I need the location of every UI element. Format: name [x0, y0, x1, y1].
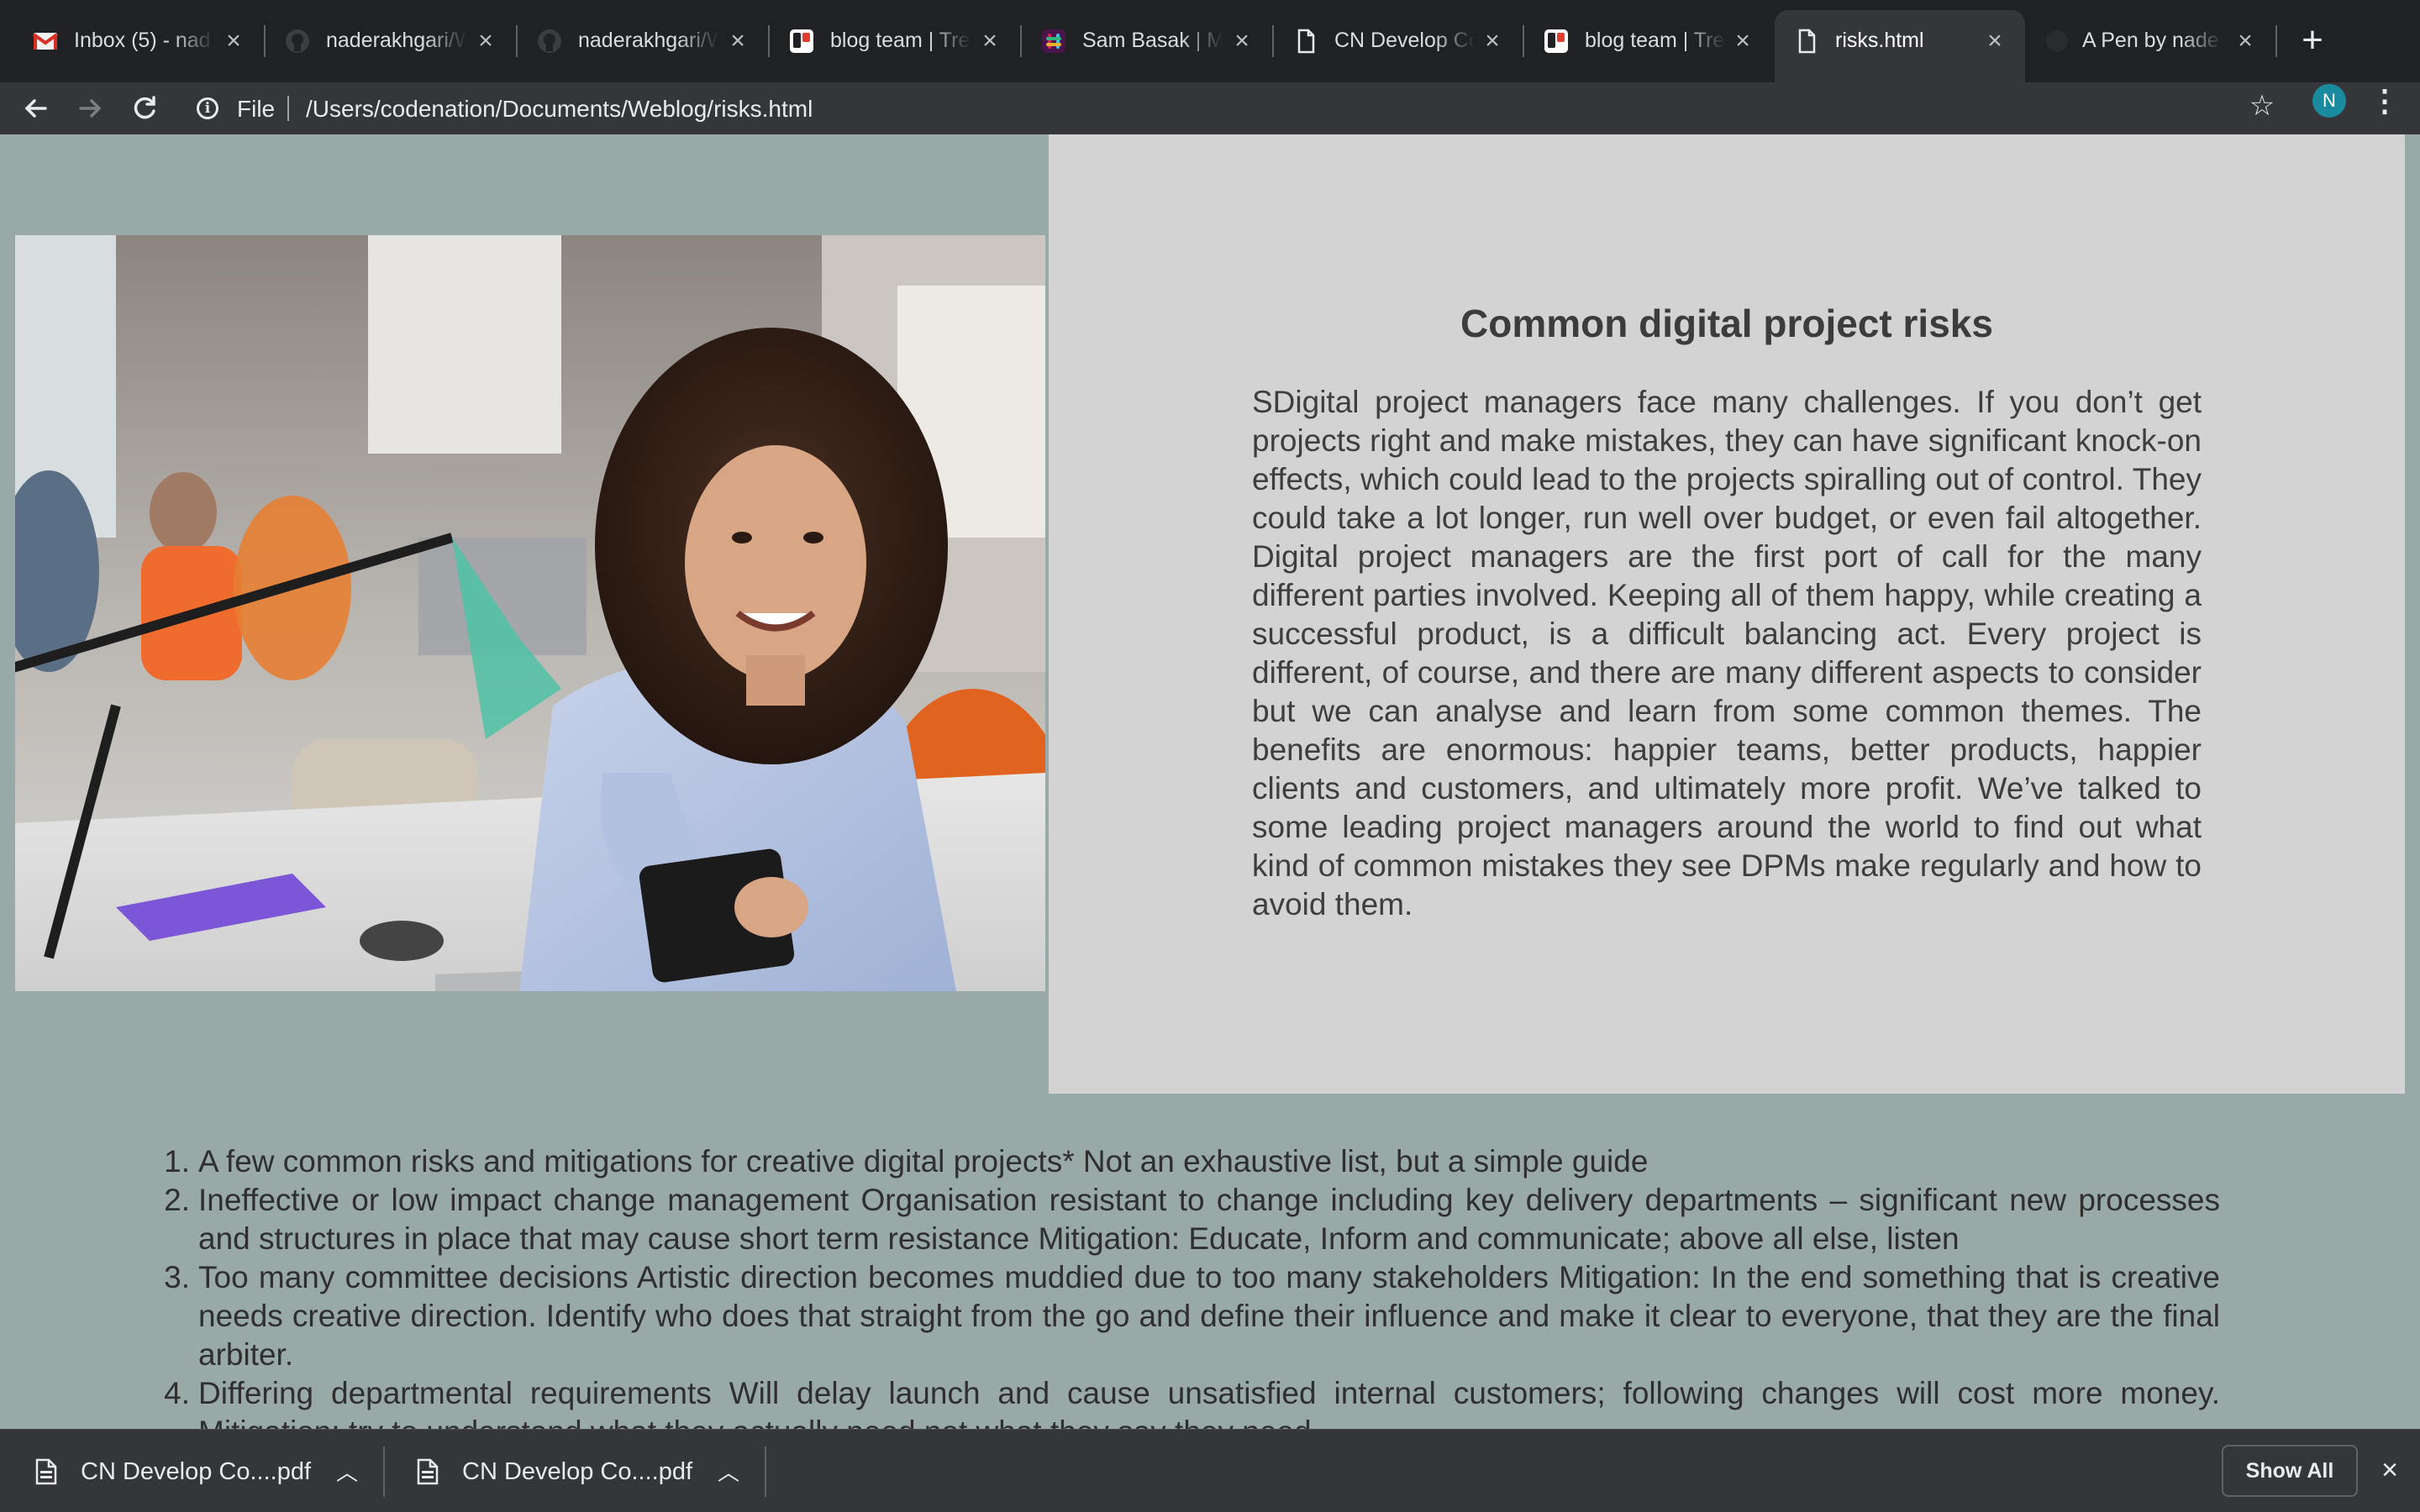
- download-item[interactable]: CN Develop Co....pdf ︿: [0, 1430, 385, 1512]
- tab-trello-2[interactable]: blog team | Tre ×: [1524, 13, 1775, 69]
- download-file-name: CN Develop Co....pdf: [81, 1458, 312, 1485]
- list-item-number: 1.: [164, 1144, 190, 1179]
- tab-close-button[interactable]: ×: [723, 26, 753, 56]
- tab-codepen[interactable]: A Pen by nade ×: [2025, 13, 2277, 69]
- tab-label: Inbox (5) - nad: [74, 29, 211, 52]
- chevron-up-icon[interactable]: ︿: [716, 1460, 741, 1485]
- list-item-text: Ineffective or low impact change managem…: [198, 1183, 2220, 1256]
- tab-label: blog team | Tre: [830, 29, 971, 52]
- risks-list: 1. A few common risks and mitigations fo…: [153, 1142, 2220, 1429]
- list-item-number: 3.: [164, 1260, 190, 1294]
- page-title: Common digital project risks: [1460, 302, 1993, 345]
- tab-separator: [2275, 25, 2277, 57]
- list-item-number: 4.: [164, 1376, 190, 1410]
- arrow-right-icon: [79, 99, 102, 118]
- arrow-left-icon: [24, 99, 47, 118]
- list-item-text: Differing departmental requirements Will…: [198, 1376, 2220, 1429]
- tab-close-button[interactable]: ×: [471, 26, 501, 56]
- page-viewport: Common digital project risks SDigital pr…: [0, 134, 2420, 1429]
- trello-icon: [790, 29, 813, 53]
- tab-strip: Inbox (5) - nad × naderakhgari/W × nader…: [0, 0, 2420, 82]
- download-file-name: CN Develop Co....pdf: [462, 1458, 693, 1485]
- bookmark-star-icon[interactable]: ☆: [2245, 89, 2279, 123]
- hero-photo: [15, 235, 1045, 991]
- list-item-text: Too many committee decisions Artistic di…: [198, 1260, 2220, 1372]
- article-panel: Common digital project risks SDigital pr…: [1049, 134, 2405, 1094]
- document-icon: [1798, 29, 1816, 54]
- slack-icon: [1042, 29, 1065, 53]
- list-item: 4. Differing departmental requirements W…: [153, 1374, 2220, 1429]
- profile-avatar[interactable]: N: [2312, 84, 2346, 118]
- tab-close-button[interactable]: ×: [2230, 26, 2260, 56]
- pdf-file-icon: [417, 1458, 439, 1485]
- list-item: 3. Too many committee decisions Artistic…: [153, 1258, 2220, 1374]
- tab-close-button[interactable]: ×: [1728, 26, 1758, 56]
- show-all-downloads-button[interactable]: Show All: [2222, 1445, 2358, 1497]
- codepen-icon: [2046, 30, 2068, 52]
- woman-with-tablet-photo: [15, 235, 1045, 991]
- url-scheme-label: File: [237, 96, 276, 122]
- download-separator: [765, 1446, 766, 1497]
- browser-menu-icon[interactable]: ⋮: [2370, 84, 2400, 118]
- list-item-text: A few common risks and mitigations for c…: [198, 1144, 1649, 1179]
- tab-close-button[interactable]: ×: [1477, 26, 1507, 56]
- browser-toolbar: i File /Users/codenation/Documents/Weblo…: [0, 82, 2420, 134]
- tab-github-2[interactable]: naderakhgari/W ×: [518, 13, 770, 69]
- github-icon: [286, 29, 309, 53]
- list-item-number: 2.: [164, 1183, 190, 1217]
- tab-close-button[interactable]: ×: [1227, 26, 1257, 56]
- address-bar[interactable]: i File /Users/codenation/Documents/Weblo…: [183, 86, 2284, 131]
- github-icon: [538, 29, 561, 53]
- tab-github-1[interactable]: naderakhgari/W ×: [266, 13, 518, 69]
- close-download-bar-icon[interactable]: ×: [2375, 1455, 2405, 1485]
- tab-risks-html[interactable]: risks.html ×: [1775, 10, 2025, 82]
- tab-trello-1[interactable]: blog team | Tre ×: [770, 13, 1022, 69]
- reload-button[interactable]: [126, 89, 165, 128]
- tab-label: A Pen by nade: [2082, 29, 2219, 52]
- tab-cn-develop[interactable]: CN Develop Co ×: [1274, 13, 1524, 69]
- new-tab-button[interactable]: +: [2294, 22, 2331, 60]
- tab-label: CN Develop Co: [1334, 29, 1476, 52]
- tab-close-button[interactable]: ×: [1980, 26, 2010, 56]
- url-text[interactable]: /Users/codenation/Documents/Weblog/risks…: [306, 96, 813, 123]
- pdf-file-icon: [35, 1458, 57, 1485]
- tab-gmail-inbox[interactable]: Inbox (5) - nad ×: [13, 13, 266, 69]
- chevron-up-icon[interactable]: ︿: [334, 1460, 360, 1485]
- gmail-icon: [32, 33, 59, 50]
- tab-slack[interactable]: Sam Basak | M ×: [1022, 13, 1274, 69]
- list-item: 1. A few common risks and mitigations fo…: [153, 1142, 2220, 1181]
- address-separator: [287, 96, 289, 121]
- download-item[interactable]: CN Develop Co....pdf ︿: [381, 1430, 766, 1512]
- reload-icon: [134, 96, 155, 119]
- document-icon: [1297, 29, 1315, 54]
- tab-close-button[interactable]: ×: [218, 26, 249, 56]
- tab-label: risks.html: [1835, 29, 1924, 52]
- list-item: 2. Ineffective or low impact change mana…: [153, 1181, 2220, 1258]
- trello-icon: [1544, 29, 1568, 53]
- tab-label: Sam Basak | M: [1082, 29, 1223, 52]
- tab-label: blog team | Tre: [1585, 29, 1725, 52]
- back-button[interactable]: [17, 89, 55, 128]
- info-icon[interactable]: i: [197, 97, 218, 119]
- intro-paragraph: SDigital project managers face many chal…: [1252, 385, 2202, 921]
- forward-button[interactable]: [71, 89, 109, 128]
- download-bar: CN Develop Co....pdf ︿ CN Develop Co....…: [0, 1429, 2420, 1512]
- tab-label: naderakhgari/W: [326, 29, 467, 52]
- tab-label: naderakhgari/W: [578, 29, 719, 52]
- tab-close-button[interactable]: ×: [975, 26, 1005, 56]
